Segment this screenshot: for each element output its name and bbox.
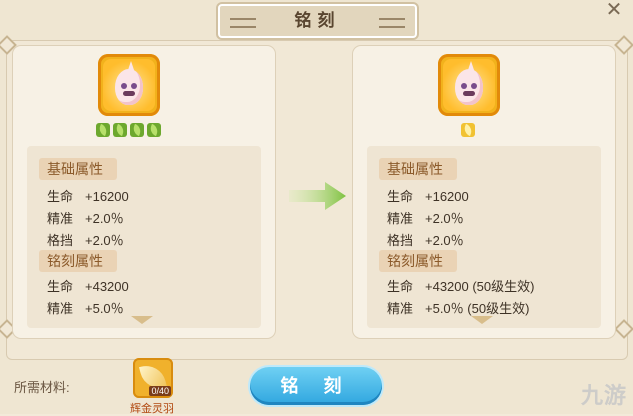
stat-key: 精准 [47, 301, 74, 316]
stat-key: 生命 [47, 189, 74, 204]
materials-label: 所需材料: [14, 380, 70, 395]
pet-icon[interactable] [438, 54, 500, 116]
stats-box: 基础属性 生命 +16200 精准 +2.0％ 格挡 +2.0％ 铭刻属性 生命 +43… [27, 146, 261, 328]
egg-eye [121, 83, 127, 89]
title-bar: 铭刻 [218, 4, 417, 38]
green-leaf-icon [130, 123, 144, 137]
green-leaf-icon [96, 123, 110, 137]
pet-portrait [103, 59, 155, 111]
stat-key: 生命 [387, 279, 414, 294]
rank-leaves [96, 123, 161, 137]
material-count: 0/40 [149, 386, 171, 396]
stat-value: +5.0％ (50级生效) [425, 301, 530, 316]
material-slot[interactable]: 0/40 [133, 358, 173, 398]
egg-mouth [123, 91, 135, 96]
stat-value: +2.0％ [85, 233, 124, 248]
rank-leaves [461, 123, 475, 137]
egg-horn [467, 61, 475, 73]
engrave-attributes-tab: 铭刻属性 [39, 250, 117, 272]
stat-value: +2.0％ [425, 211, 464, 226]
title-ornament-right [379, 18, 405, 28]
stat-row: 生命 +43200 (50级生效) [387, 276, 534, 295]
stat-value: +2.0％ [425, 233, 464, 248]
base-attributes-tab: 基础属性 [39, 158, 117, 180]
stat-row: 格挡 +2.0％ [387, 230, 464, 249]
stat-value: +5.0％ [85, 301, 124, 316]
chevron-down-icon[interactable] [131, 316, 153, 324]
stat-row: 精准 +2.0％ [47, 208, 124, 227]
stats-box: 基础属性 生命 +16200 精准 +2.0％ 格挡 +2.0％ 铭刻属性 生命 +43… [367, 146, 601, 328]
gold-leaf-icon [461, 123, 475, 137]
stat-value: +16200 [85, 189, 129, 204]
stat-row: 精准 +5.0％ (50级生效) [387, 298, 529, 317]
pet-portrait [443, 59, 495, 111]
stat-value: +43200 (50级生效) [425, 279, 535, 294]
egg-creature-icon [115, 61, 143, 105]
egg-mouth [463, 91, 475, 96]
egg-eye [471, 83, 477, 89]
stat-key: 精准 [387, 301, 414, 316]
stat-key: 格挡 [387, 233, 414, 248]
stat-value: +16200 [425, 189, 469, 204]
after-panel: 基础属性 生命 +16200 精准 +2.0％ 格挡 +2.0％ 铭刻属性 生命 +43… [353, 46, 615, 338]
engrave-window: 铭刻 ✕ 基础属性 生命 +16200 精准 +2.0％ 格挡 +2.0％ 铭刻… [0, 0, 633, 415]
stat-row: 生命 +16200 [387, 186, 469, 205]
stat-row: 格挡 +2.0％ [47, 230, 124, 249]
green-leaf-icon [147, 123, 161, 137]
stat-row: 精准 +2.0％ [387, 208, 464, 227]
pet-icon[interactable] [98, 54, 160, 116]
stat-row: 生命 +16200 [47, 186, 129, 205]
base-attributes-tab: 基础属性 [379, 158, 457, 180]
stat-row: 精准 +5.0％ [47, 298, 124, 317]
arrow-right-icon [289, 182, 346, 210]
stat-value: +2.0％ [85, 211, 124, 226]
before-panel: 基础属性 生命 +16200 精准 +2.0％ 格挡 +2.0％ 铭刻属性 生命 +43… [13, 46, 275, 338]
stat-key: 精准 [47, 211, 74, 226]
egg-eye [131, 83, 137, 89]
egg-horn [127, 61, 135, 73]
watermark-logo: 九游 [580, 383, 627, 408]
stat-key: 精准 [387, 211, 414, 226]
engrave-button[interactable]: 铭 刻 [250, 367, 382, 405]
stat-key: 生命 [47, 279, 74, 294]
engrave-attributes-tab: 铭刻属性 [379, 250, 457, 272]
chevron-down-icon[interactable] [471, 316, 493, 324]
stat-key: 生命 [387, 189, 414, 204]
stat-key: 格挡 [47, 233, 74, 248]
close-button[interactable]: ✕ [601, 0, 627, 22]
egg-eye [461, 83, 467, 89]
egg-creature-icon [455, 61, 483, 105]
stat-row: 生命 +43200 [47, 276, 129, 295]
green-leaf-icon [113, 123, 127, 137]
stat-value: +43200 [85, 279, 129, 294]
